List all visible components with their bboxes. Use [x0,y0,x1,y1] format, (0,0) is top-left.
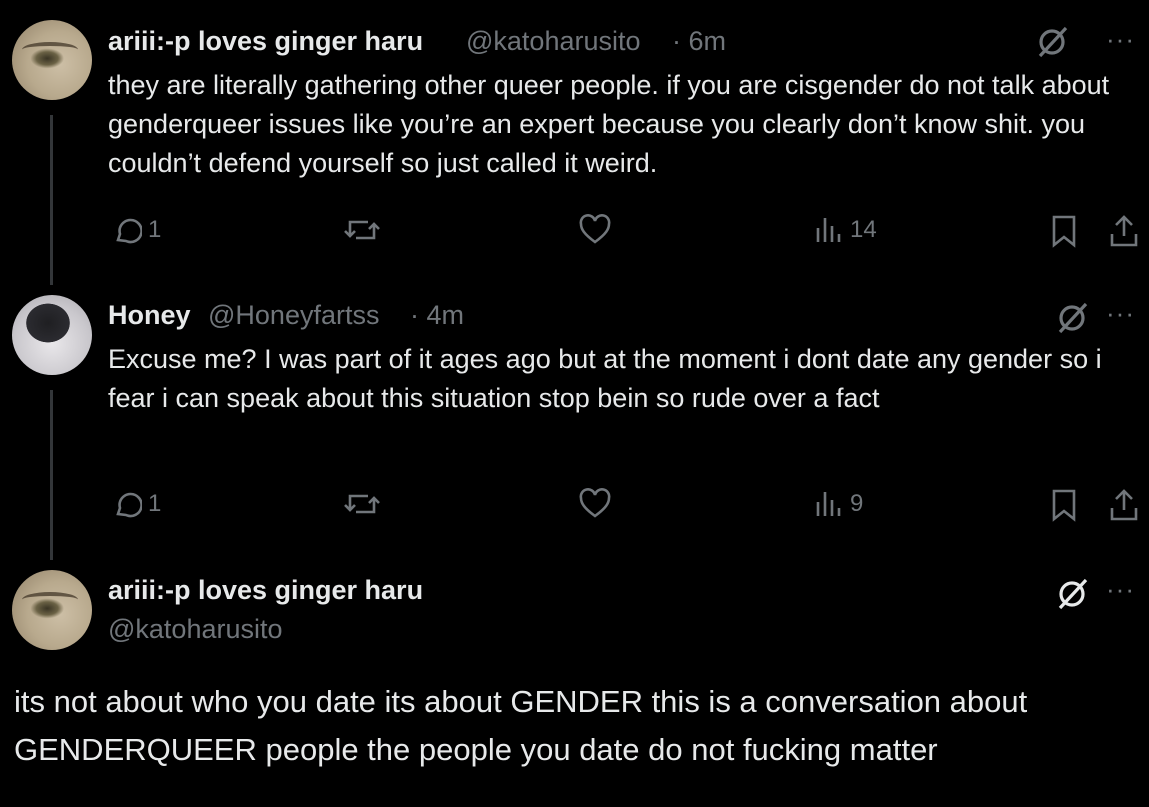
share-icon [1110,489,1138,521]
thread-line [50,390,53,560]
more-icon[interactable]: ··· [1106,574,1135,605]
views-count: 9 [850,490,864,517]
grok-icon[interactable] [1054,300,1090,336]
retweet-icon [344,220,380,240]
handle[interactable]: @katoharusito [466,26,641,57]
bookmark-button[interactable] [1050,214,1078,248]
more-icon[interactable]: ··· [1106,24,1135,55]
bookmark-button[interactable] [1050,488,1078,522]
heart-icon [579,214,611,244]
handle[interactable]: @Honeyfartss [208,300,379,331]
share-button[interactable] [1108,214,1140,248]
reply-count: 1 [148,490,162,517]
share-icon [1110,215,1138,247]
handle[interactable]: @katoharusito [108,614,283,645]
views-icon [816,492,841,516]
views-button[interactable]: 9 [814,488,863,520]
grok-icon[interactable] [1054,576,1090,612]
retweet-button[interactable] [342,488,382,520]
timestamp[interactable]: · 6m [672,26,726,57]
bookmark-icon [1052,489,1076,522]
bookmark-icon [1052,215,1076,248]
grok-icon[interactable] [1034,24,1070,60]
avatar[interactable] [12,20,92,100]
reply-icon [116,218,142,244]
timestamp[interactable]: · 4m [410,300,464,331]
retweet-icon [344,494,380,514]
reply-icon [116,492,142,518]
reply-button[interactable]: 1 [110,214,161,246]
display-name[interactable]: Honey [108,300,191,331]
share-button[interactable] [1108,488,1140,522]
views-icon [816,218,841,242]
avatar[interactable] [12,295,92,375]
display-name[interactable]: ariii:-p loves ginger haru [108,26,423,57]
display-name[interactable]: ariii:-p loves ginger haru [108,575,423,606]
reply-count: 1 [148,216,162,243]
retweet-button[interactable] [342,214,382,246]
tweet-text: they are literally gathering other queer… [108,70,1110,178]
more-icon[interactable]: ··· [1106,298,1135,329]
views-count: 14 [850,216,877,243]
tweet-text: Excuse me? I was part of it ages ago but… [108,344,1102,413]
like-button[interactable] [578,214,612,246]
views-button[interactable]: 14 [814,214,877,246]
tweet-text: its not about who you date its about GEN… [14,684,1028,767]
heart-icon [579,488,611,518]
reply-button[interactable]: 1 [110,488,161,520]
like-button[interactable] [578,488,612,520]
thread-line [50,115,53,285]
avatar[interactable] [12,570,92,650]
